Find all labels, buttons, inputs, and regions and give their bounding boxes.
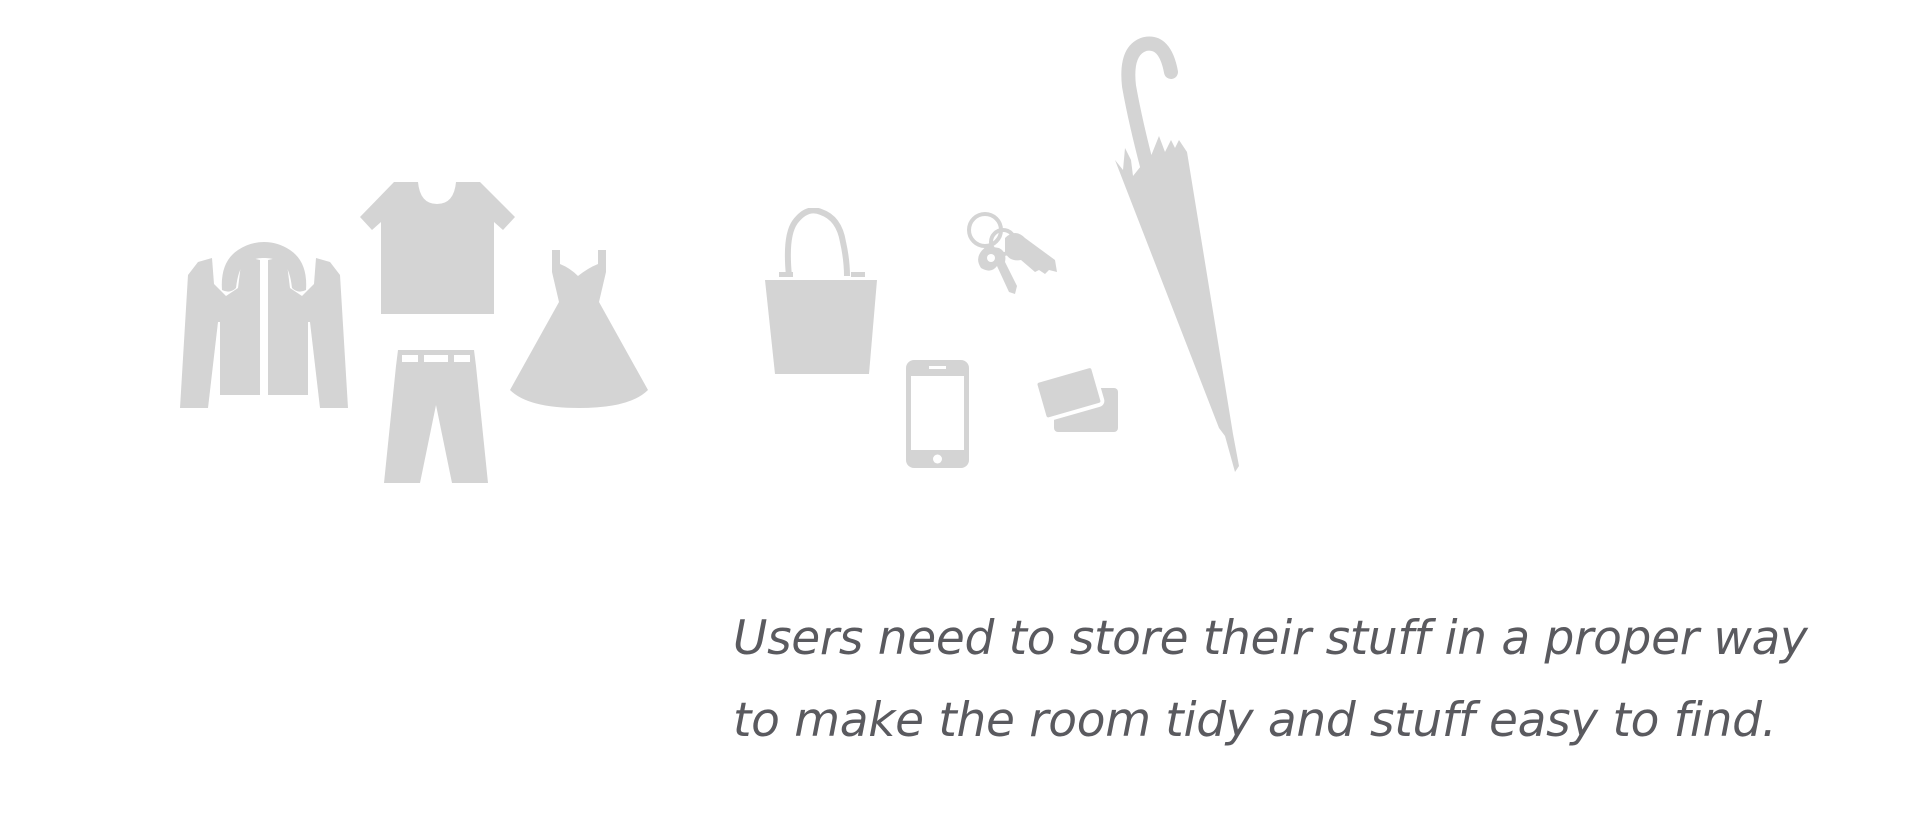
handbag-icon: [765, 208, 877, 374]
pants-icon: [384, 350, 488, 483]
jacket-icon: [180, 240, 348, 410]
caption-line-2: to make the room tidy and stuff easy to …: [733, 693, 1777, 748]
dress-icon: [510, 250, 648, 408]
cards-icon: [1034, 360, 1118, 432]
caption-text: Users need to store their stuff in a pro…: [733, 598, 1883, 762]
smartphone-icon: [906, 360, 969, 468]
umbrella-icon: [1115, 36, 1245, 476]
caption-line-1: Users need to store their stuff in a pro…: [733, 611, 1808, 666]
keys-icon: [965, 212, 1057, 300]
tshirt-icon: [360, 182, 515, 314]
